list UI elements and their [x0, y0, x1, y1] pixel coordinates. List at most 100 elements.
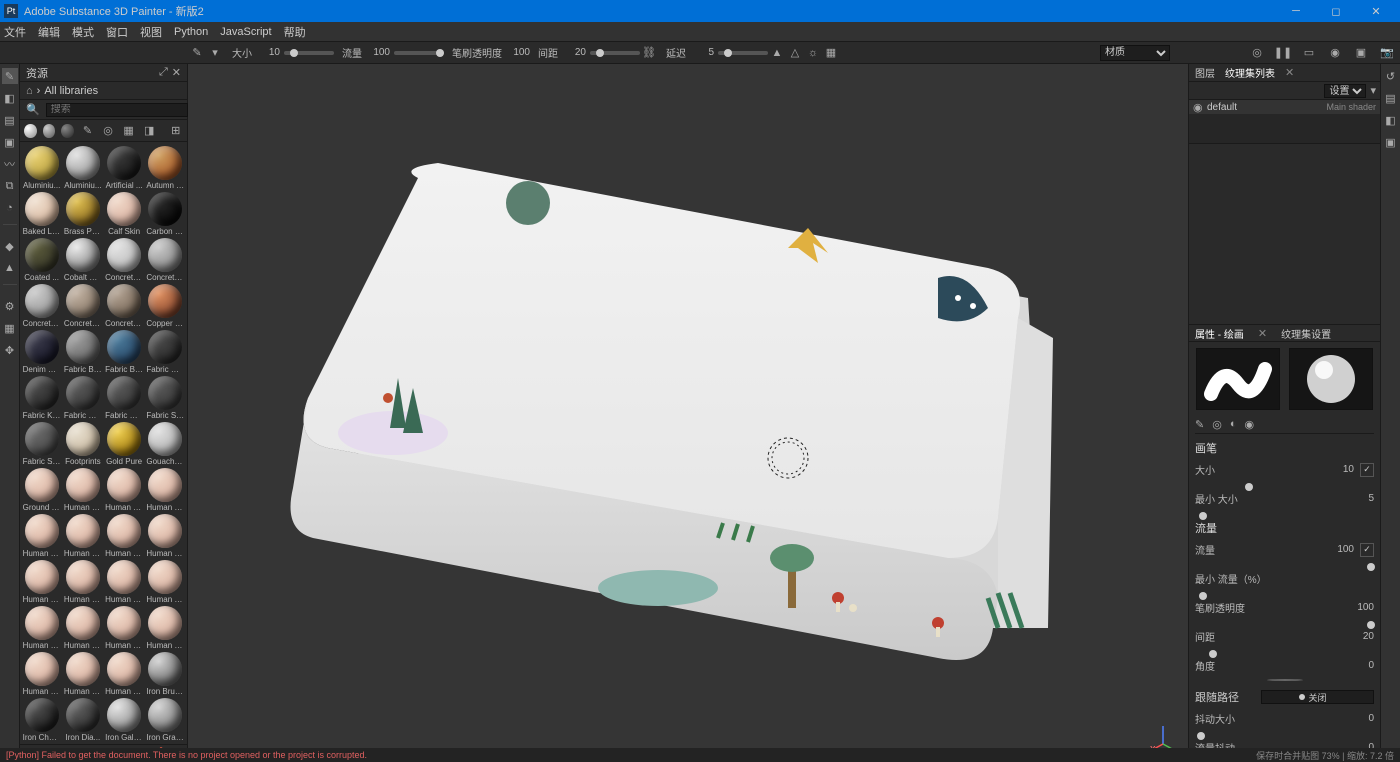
asset-cell[interactable]: Fabric De...	[146, 330, 185, 374]
viewport-mode-icon[interactable]: ▭	[1300, 44, 1318, 62]
menu-4[interactable]: 视图	[140, 24, 162, 40]
panel-close-icon[interactable]: ✕	[172, 66, 181, 79]
filter-material-icon[interactable]	[24, 124, 37, 138]
asset-cell[interactable]: Iron Chai...	[22, 698, 61, 742]
material-picker-icon[interactable]: ◔	[2, 200, 18, 216]
asset-cell[interactable]: Human B...	[63, 468, 102, 512]
material-dropdown[interactable]: 材质	[1100, 45, 1170, 61]
grid-view-icon[interactable]: ⊞	[168, 123, 183, 139]
asset-cell[interactable]: Iron Galv...	[105, 698, 144, 742]
flow-slider[interactable]	[394, 51, 444, 55]
asset-cell[interactable]: Iron Brus...	[146, 652, 185, 696]
stencil-tab-icon[interactable]: ◐	[1230, 418, 1237, 431]
flow-lock-icon[interactable]: ✓	[1360, 543, 1374, 557]
asset-cell[interactable]: Human N...	[63, 560, 102, 604]
material-tab-icon[interactable]: ◉	[1244, 418, 1254, 431]
asset-cell[interactable]: Concrete ...	[146, 238, 185, 282]
asset-search-input[interactable]	[46, 103, 188, 117]
asset-cell[interactable]: Human F...	[146, 514, 185, 558]
asset-cell[interactable]: Human F...	[22, 560, 61, 604]
spacing-slider[interactable]	[590, 51, 640, 55]
asset-cell[interactable]: Gouache ...	[146, 422, 185, 466]
symmetry-icon[interactable]: ☼	[804, 44, 822, 62]
channels-icon[interactable]: ◧	[1383, 112, 1399, 128]
layers-settings-dropdown[interactable]: 设置	[1324, 84, 1366, 98]
asset-cell[interactable]: Calf Skin	[105, 192, 144, 236]
polyfill-tool-icon[interactable]: ◆	[2, 238, 18, 254]
asset-cell[interactable]: Human N...	[63, 606, 102, 650]
menu-5[interactable]: Python	[174, 26, 208, 38]
log-icon[interactable]: ▤	[1383, 90, 1399, 106]
alpha-tab-icon[interactable]: ◎	[1212, 418, 1222, 431]
menu-3[interactable]: 窗口	[106, 24, 128, 40]
asset-cell[interactable]: Human N...	[22, 652, 61, 696]
tab-texture-set-list[interactable]: 纹理集列表	[1225, 65, 1275, 80]
layers-menu-icon[interactable]: ▾	[1370, 84, 1376, 97]
asset-cell[interactable]: Human B...	[146, 468, 185, 512]
display-icon[interactable]: ▦	[2, 320, 18, 336]
asset-cell[interactable]: Concrete ...	[105, 238, 144, 282]
asset-cell[interactable]: Coated ...	[22, 238, 61, 282]
mirror-x-icon[interactable]: ▲	[768, 44, 786, 62]
history-icon[interactable]: ↺	[1383, 68, 1399, 84]
brush-tool-icon[interactable]: ✎	[188, 44, 206, 62]
pause-icon[interactable]: ❚❚	[1274, 44, 1292, 62]
asset-cell[interactable]: Baked Lig...	[22, 192, 61, 236]
filter-texture-icon[interactable]: ▦	[121, 123, 136, 139]
asset-cell[interactable]: Fabric Ro...	[63, 376, 102, 420]
smudge-tool-icon[interactable]: 〰	[2, 156, 18, 172]
asset-cell[interactable]: Human N...	[22, 606, 61, 650]
projection-tool-icon[interactable]: ▤	[2, 112, 18, 128]
grid-icon[interactable]: ▦	[822, 44, 840, 62]
asset-cell[interactable]: Gold Pure	[105, 422, 144, 466]
asset-cell[interactable]: Fabric Kni...	[22, 376, 61, 420]
asset-cell[interactable]: Artificial ...	[105, 146, 144, 190]
asset-cell[interactable]: Human N...	[105, 606, 144, 650]
window-minimize-button[interactable]: ─	[1276, 5, 1316, 18]
window-close-button[interactable]: ✕	[1356, 5, 1396, 18]
dropdown-icon[interactable]: ▾	[206, 44, 224, 62]
tab-layers[interactable]: 图层	[1195, 65, 1215, 80]
brush-tab-icon[interactable]: ✎	[1195, 418, 1204, 431]
info-icon[interactable]: ▣	[1383, 134, 1399, 150]
visibility-icon[interactable]: ◉	[1193, 101, 1203, 114]
menu-7[interactable]: 帮助	[284, 24, 306, 40]
paint-tool-icon[interactable]: ✎	[2, 68, 18, 84]
close-tab-icon[interactable]: ✕	[1285, 66, 1294, 79]
asset-cell[interactable]: Human F...	[63, 514, 102, 558]
asset-cell[interactable]: Fabric Sof...	[146, 376, 185, 420]
asset-cell[interactable]: Human N...	[146, 560, 185, 604]
asset-cell[interactable]: Fabric Su...	[22, 422, 61, 466]
3d-viewport[interactable]: x	[188, 64, 1188, 762]
tab-properties[interactable]: 属性 - 绘画	[1195, 326, 1244, 341]
menu-0[interactable]: 文件	[4, 24, 26, 40]
asset-cell[interactable]: Concrete ...	[105, 284, 144, 328]
asset-cell[interactable]: Carbon Fi...	[146, 192, 185, 236]
render-icon[interactable]: ◉	[1326, 44, 1344, 62]
link-icon[interactable]: ⛓	[640, 44, 658, 62]
mirror-y-icon[interactable]: △	[786, 44, 804, 62]
hide-ui-icon[interactable]: ◎	[1248, 44, 1266, 62]
asset-cell[interactable]: Human N...	[63, 652, 102, 696]
asset-cell[interactable]: Fabric Ro...	[105, 376, 144, 420]
panel-expand-icon[interactable]: ⤢	[159, 66, 168, 79]
asset-cell[interactable]: Human B...	[105, 468, 144, 512]
texture-set-row[interactable]: ◉ default Main shader	[1189, 100, 1380, 114]
asset-cell[interactable]: Iron Dia...	[63, 698, 102, 742]
tab-texture-set-settings[interactable]: 纹理集设置	[1281, 326, 1331, 341]
size-lock-icon[interactable]: ✓	[1360, 463, 1374, 477]
fill-tool-icon[interactable]: ▣	[2, 134, 18, 150]
asset-cell[interactable]: Human C...	[22, 514, 61, 558]
asset-cell[interactable]: Human N...	[146, 606, 185, 650]
menu-1[interactable]: 编辑	[38, 24, 60, 40]
asset-cell[interactable]: Aluminiu...	[63, 146, 102, 190]
library-label[interactable]: All libraries	[44, 85, 98, 97]
asset-cell[interactable]: Ground G...	[22, 468, 61, 512]
menu-6[interactable]: JavaScript	[220, 26, 271, 38]
asset-cell[interactable]: Human F...	[105, 514, 144, 558]
settings-icon[interactable]: ⚙	[2, 298, 18, 314]
mesh-fill-icon[interactable]: ▲	[2, 260, 18, 276]
menu-2[interactable]: 模式	[72, 24, 94, 40]
angle-dial[interactable]	[1267, 679, 1303, 681]
asset-cell[interactable]: Aluminiu...	[22, 146, 61, 190]
